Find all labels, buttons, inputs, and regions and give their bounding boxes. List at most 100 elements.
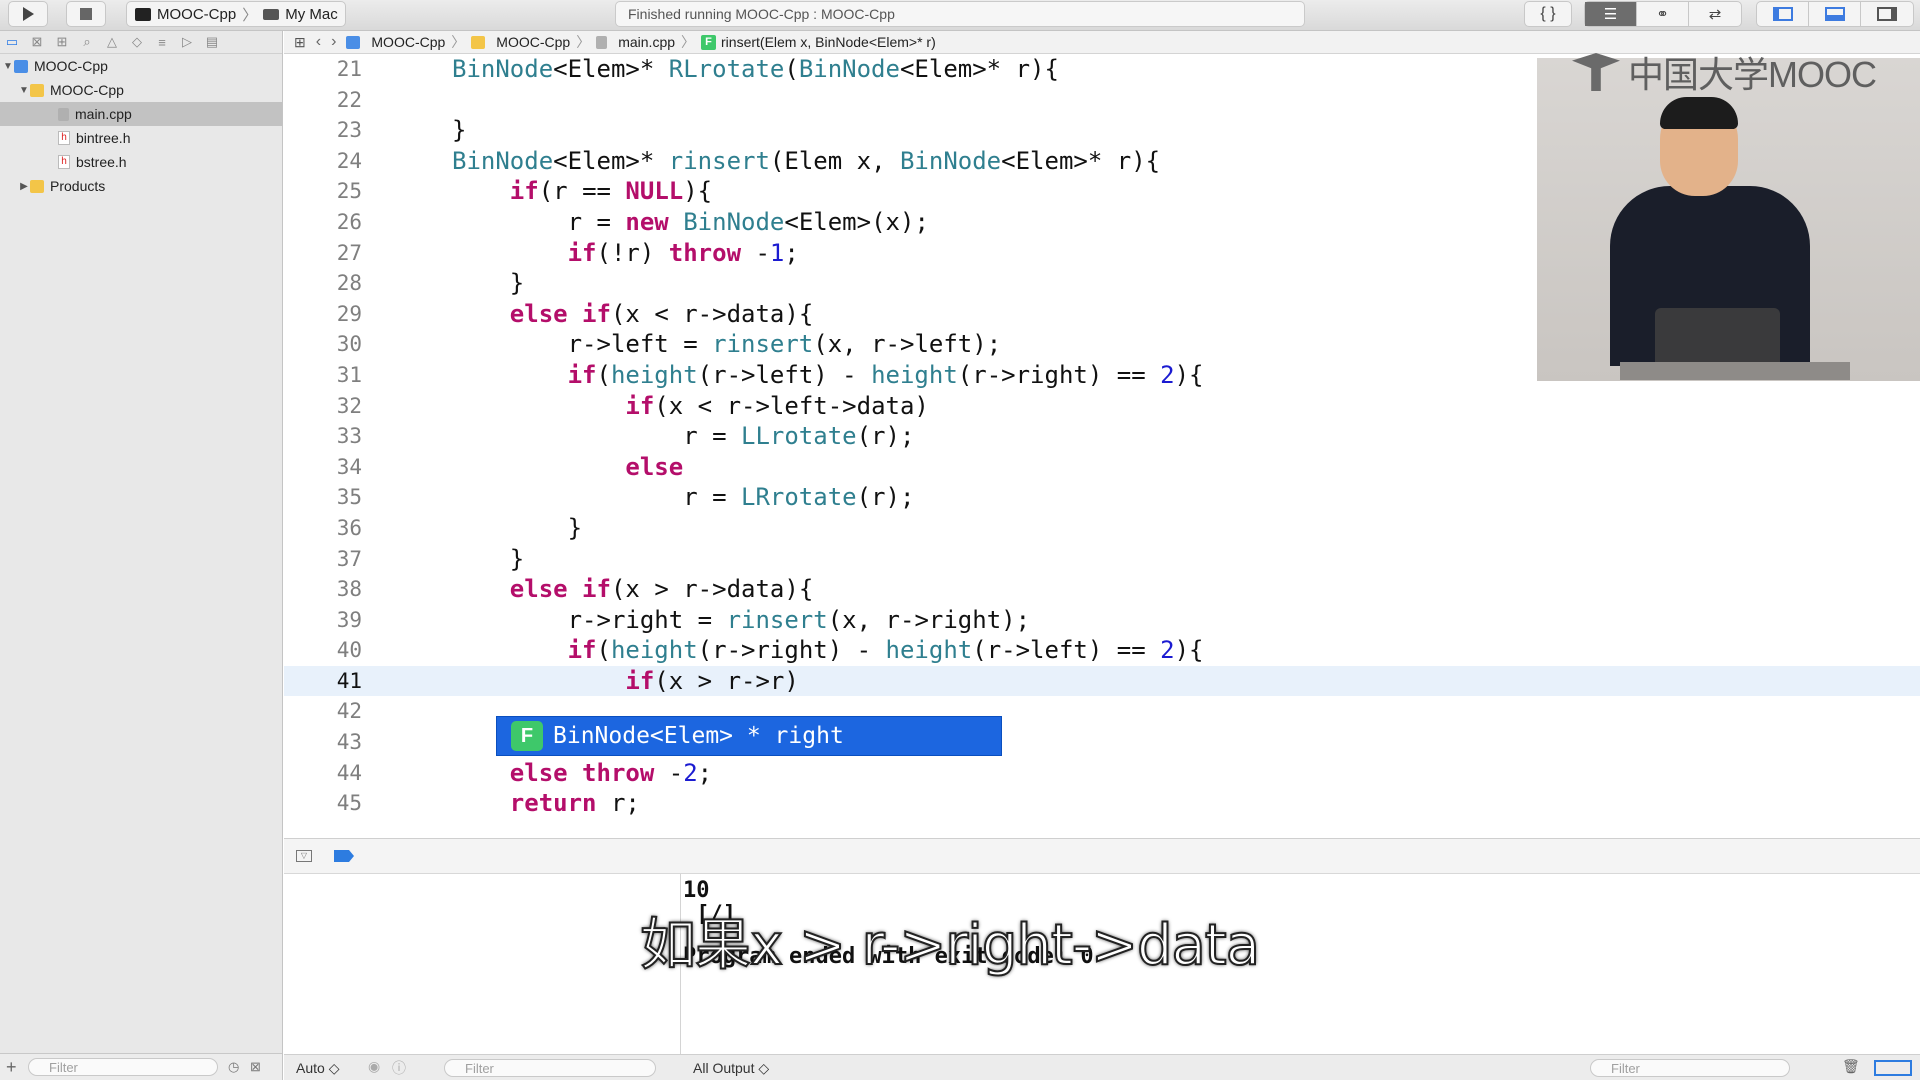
project-navigator: ▭ ⊠ ⊞ ⌕ △ ◇ ≡ ▷ ▤ ▼ MOOC-Cpp ▼ MOOC-Cpp …: [0, 31, 283, 1080]
run-button[interactable]: [8, 1, 48, 27]
related-items-icon[interactable]: ⊞: [294, 34, 306, 51]
rings-icon: ⚭: [1656, 6, 1669, 23]
clock-icon[interactable]: ◷: [228, 1059, 239, 1075]
code-text: BinNode<Elem>* RLrotate(BinNode<Elem>* r…: [452, 55, 1059, 83]
tree-item-label: Products: [50, 178, 106, 194]
tree-item-project[interactable]: ▼ MOOC-Cpp: [0, 54, 282, 78]
source-control-icon[interactable]: ⊠: [29, 34, 45, 50]
output-scope-select[interactable]: All Output ◇: [693, 1060, 769, 1077]
code-line[interactable]: 36 }: [284, 513, 1920, 544]
code-text: r = new BinNode<Elem>(x);: [567, 207, 929, 236]
tree-item-label: bintree.h: [76, 130, 131, 146]
code-line[interactable]: 40 if(height(r->right) - height(r->left)…: [284, 635, 1920, 666]
split-view-icon[interactable]: [1874, 1060, 1912, 1076]
tree-item-bstree-h[interactable]: h bstree.h: [0, 150, 282, 174]
laptop-icon: [263, 8, 280, 20]
warning-icon[interactable]: △: [104, 34, 120, 50]
tree-item-bintree-h[interactable]: h bintree.h: [0, 126, 282, 150]
line-number: 24: [336, 148, 362, 173]
arrows-icon: ⇄: [1708, 6, 1722, 23]
code-line[interactable]: 37 }: [284, 544, 1920, 575]
add-icon[interactable]: +: [6, 1057, 17, 1078]
report-icon[interactable]: ▤: [204, 34, 220, 50]
code-line[interactable]: 32 if(x < r->left->data): [284, 391, 1920, 422]
stop-button[interactable]: [66, 1, 106, 27]
forward-arrow-icon[interactable]: ›: [331, 33, 336, 51]
debug-bar: ▽: [284, 838, 1920, 874]
utilities-toggle-button[interactable]: [1861, 2, 1913, 26]
breadcrumb-group[interactable]: MOOC-Cpp: [471, 34, 570, 50]
breadcrumb-function[interactable]: F rinsert(Elem x, BinNode<Elem>* r): [701, 34, 936, 50]
status-text: Finished running MOOC-Cpp : MOOC-Cpp: [628, 6, 895, 22]
navigator-toggle-button[interactable]: [1757, 2, 1809, 26]
code-text: r->right = rinsert(x, r->right);: [567, 605, 1031, 634]
assistant-editor-button[interactable]: ⚭: [1637, 2, 1689, 26]
line-number: 31: [336, 362, 362, 387]
variables-scope-select[interactable]: Auto ◇: [296, 1060, 339, 1077]
tree-item-group[interactable]: ▼ MOOC-Cpp: [0, 78, 282, 102]
code-line[interactable]: 33 r = LLrotate(r);: [284, 421, 1920, 452]
disclosure-closed-icon[interactable]: ▶: [18, 181, 30, 192]
test-icon[interactable]: ◇: [129, 34, 145, 50]
line-number: 28: [336, 271, 362, 296]
code-text: }: [452, 116, 467, 145]
debug-toggle-button[interactable]: [1809, 2, 1861, 26]
line-number: 27: [336, 240, 362, 265]
line-number: 41: [336, 668, 362, 693]
info-icon[interactable]: ⓘ: [392, 1058, 406, 1078]
code-line[interactable]: 44 else throw -2;: [284, 758, 1920, 789]
line-number: 45: [336, 791, 362, 816]
code-line[interactable]: 45 return r;: [284, 788, 1920, 819]
tree-item-products[interactable]: ▶ Products: [0, 174, 282, 198]
code-line[interactable]: 35 r = LRrotate(r);: [284, 482, 1920, 513]
library-button[interactable]: { }: [1524, 1, 1572, 27]
debug-icon[interactable]: ≡: [154, 35, 170, 50]
line-number: 30: [336, 332, 362, 357]
function-badge-icon: F: [511, 721, 543, 751]
line-number: 44: [336, 760, 362, 785]
breakpoints-toggle-icon[interactable]: [334, 850, 354, 862]
code-line[interactable]: 41 if(x > r->r): [284, 665, 1920, 697]
code-line[interactable]: 38 else if(x > r->data){: [284, 574, 1920, 605]
code-text: }: [567, 513, 583, 542]
scheme-selector[interactable]: MOOC-Cpp 〉 My Mac: [126, 1, 346, 27]
disclosure-open-icon[interactable]: ▼: [2, 61, 14, 72]
lecturer-hair: [1660, 97, 1738, 129]
standard-editor-button[interactable]: ☰: [1585, 2, 1637, 26]
line-number: 42: [336, 699, 362, 724]
code-completion-item[interactable]: F BinNode<Elem> * right: [496, 716, 1002, 756]
search-icon[interactable]: ⌕: [79, 34, 95, 50]
back-arrow-icon[interactable]: ‹: [316, 33, 321, 51]
breakpoint-icon[interactable]: ▷: [179, 34, 195, 50]
hide-debug-area-icon[interactable]: ▽: [296, 850, 312, 862]
folder-icon: [471, 35, 486, 49]
toolbar: MOOC-Cpp 〉 My Mac Finished running MOOC-…: [0, 0, 1920, 31]
navigator-filter-input[interactable]: Filter: [28, 1058, 218, 1076]
scope-icon[interactable]: ⊠: [250, 1059, 261, 1075]
terminal-icon: [135, 7, 151, 21]
tree-item-main-cpp[interactable]: main.cpp: [0, 102, 282, 126]
breadcrumb-file[interactable]: main.cpp: [596, 34, 675, 50]
code-text: if(x < r->left->data): [625, 391, 929, 420]
header-file-icon: h: [58, 155, 70, 169]
code-line[interactable]: 34 else: [284, 452, 1920, 483]
lines-icon: ☰: [1603, 6, 1618, 23]
eye-icon[interactable]: ◉: [368, 1058, 380, 1075]
console-filter-input[interactable]: Filter: [1590, 1059, 1790, 1077]
breadcrumb-project[interactable]: MOOC-Cpp: [346, 34, 445, 50]
destination-name: My Mac: [285, 5, 338, 23]
project-icon: [14, 59, 28, 73]
symbol-icon[interactable]: ⊞: [54, 34, 70, 50]
code-text: else if(x > r->data){: [509, 575, 814, 604]
chevron-right-icon: 〉: [681, 34, 696, 50]
variables-filter-input[interactable]: Filter: [444, 1059, 656, 1077]
breadcrumb-label: MOOC-Cpp: [371, 34, 446, 50]
right-panel-icon: [1877, 7, 1897, 21]
folder-icon[interactable]: ▭: [4, 34, 20, 50]
variables-view: [284, 874, 681, 1054]
folder-icon: [30, 179, 44, 193]
trash-icon[interactable]: 🗑: [1842, 1058, 1860, 1075]
code-line[interactable]: 39 r->right = rinsert(x, r->right);: [284, 605, 1920, 636]
version-editor-button[interactable]: ⇄: [1689, 2, 1741, 26]
disclosure-open-icon[interactable]: ▼: [18, 85, 30, 96]
